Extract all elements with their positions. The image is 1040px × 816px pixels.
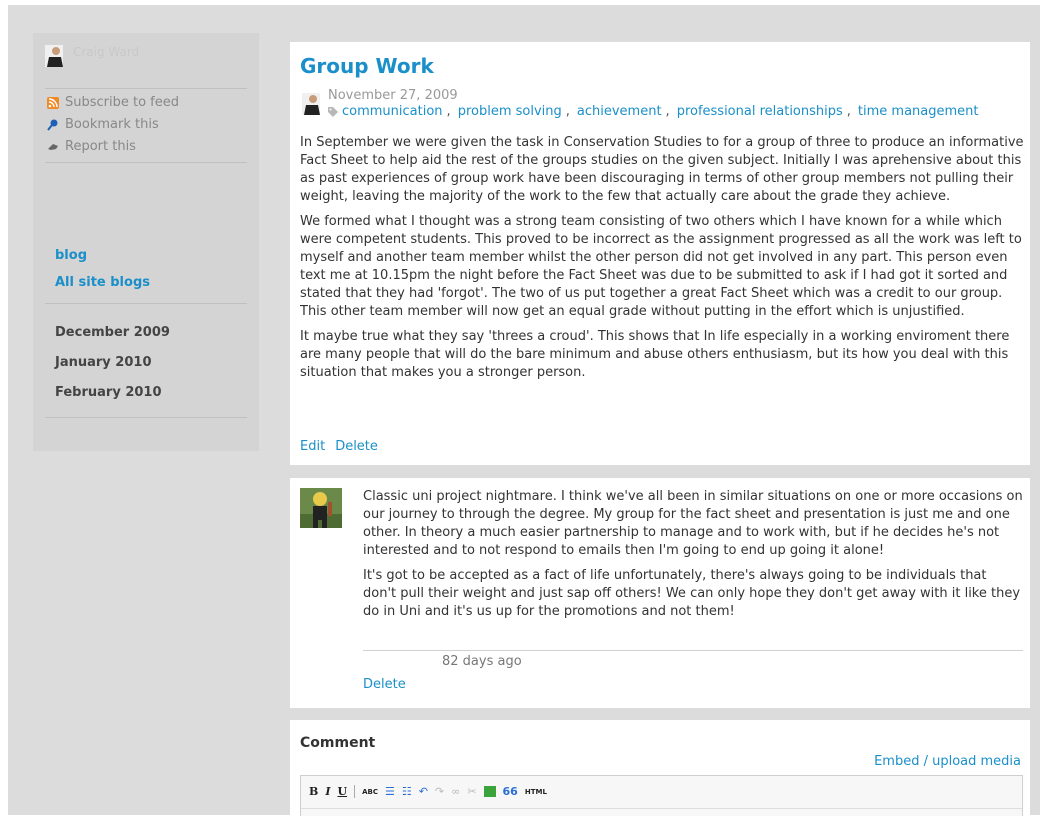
archive-january-2010[interactable]: January 2010 bbox=[55, 355, 151, 370]
commenter-avatar[interactable] bbox=[300, 488, 342, 528]
redo-icon[interactable]: ↷ bbox=[435, 785, 444, 798]
divider bbox=[45, 303, 247, 304]
tag-icon bbox=[328, 106, 338, 117]
tag-communication[interactable]: communication bbox=[342, 104, 443, 119]
subscribe-feed-link[interactable]: Subscribe to feed bbox=[47, 95, 179, 110]
spellcheck-button[interactable]: ABC bbox=[362, 788, 378, 796]
post-paragraph: In September we were given the task in C… bbox=[300, 135, 1024, 204]
comment: Classic uni project nightmare. I think w… bbox=[290, 478, 1030, 708]
bookmark-pin-icon bbox=[47, 119, 58, 131]
insert-image-icon[interactable] bbox=[483, 786, 496, 797]
comment-form: Comment Embed / upload media B I U ABC ☰… bbox=[290, 720, 1030, 816]
embed-upload-media-link[interactable]: Embed / upload media bbox=[874, 754, 1021, 769]
post-title[interactable]: Group Work bbox=[300, 54, 434, 78]
post-tags: communication, problem solving, achievem… bbox=[328, 104, 979, 119]
bookmark-link[interactable]: Bookmark this bbox=[47, 117, 159, 132]
delete-post-link[interactable]: Delete bbox=[335, 439, 378, 454]
sidebar-item-all-site-blogs[interactable]: All site blogs bbox=[55, 275, 150, 290]
subscribe-label: Subscribe to feed bbox=[65, 95, 180, 110]
sidebar-item-blog[interactable]: blog bbox=[55, 248, 87, 263]
bold-button[interactable]: B bbox=[309, 785, 318, 798]
toolbar-separator bbox=[354, 785, 356, 798]
report-hand-icon bbox=[48, 143, 58, 150]
link-icon[interactable]: ∞ bbox=[451, 785, 460, 798]
divider bbox=[363, 650, 1023, 651]
italic-button[interactable]: I bbox=[325, 785, 330, 798]
report-label: Report this bbox=[65, 139, 136, 154]
blockquote-button[interactable]: 66 bbox=[503, 785, 518, 798]
tag-professional-relationships[interactable]: professional relationships bbox=[677, 104, 843, 119]
post-actions: Edit Delete bbox=[300, 439, 378, 454]
editor-toolbar: B I U ABC ☰ ☷ ↶ ↷ ∞ ✂ 66 HTML bbox=[309, 785, 547, 798]
undo-icon[interactable]: ↶ bbox=[419, 785, 428, 798]
underline-button[interactable]: U bbox=[337, 785, 347, 798]
divider bbox=[45, 417, 247, 418]
comment-paragraph: It's got to be accepted as a fact of lif… bbox=[363, 568, 1021, 619]
comment-timestamp: 82 days ago bbox=[442, 654, 522, 669]
unlink-icon[interactable]: ✂ bbox=[467, 785, 476, 798]
rich-text-editor: B I U ABC ☰ ☷ ↶ ↷ ∞ ✂ 66 HTML bbox=[300, 775, 1023, 816]
divider bbox=[301, 808, 1022, 809]
report-link[interactable]: Report this bbox=[47, 139, 136, 154]
post-date: November 27, 2009 bbox=[328, 88, 458, 103]
sidebar: Craig Ward Subscribe to feed Bookmark th… bbox=[33, 33, 259, 451]
author-avatar[interactable] bbox=[302, 93, 320, 115]
numbered-list-icon[interactable]: ☷ bbox=[402, 785, 412, 798]
delete-comment-link[interactable]: Delete bbox=[363, 677, 406, 692]
post-paragraph: We formed what I thought was a strong te… bbox=[300, 214, 1022, 319]
archive-december-2009[interactable]: December 2009 bbox=[55, 325, 170, 340]
post-body: In September we were given the task in C… bbox=[300, 134, 1028, 389]
bookmark-label: Bookmark this bbox=[65, 117, 159, 132]
tag-time-management[interactable]: time management bbox=[858, 104, 979, 119]
divider bbox=[45, 162, 247, 163]
tag-achievement[interactable]: achievement bbox=[577, 104, 662, 119]
edit-post-link[interactable]: Edit bbox=[300, 439, 325, 454]
comment-paragraph: Classic uni project nightmare. I think w… bbox=[363, 489, 1023, 558]
divider bbox=[45, 88, 247, 89]
archive-february-2010[interactable]: February 2010 bbox=[55, 385, 162, 400]
tag-problem-solving[interactable]: problem solving bbox=[458, 104, 562, 119]
owner-avatar[interactable] bbox=[45, 45, 63, 67]
blog-post: Group Work November 27, 2009 communicati… bbox=[290, 42, 1030, 465]
rss-icon bbox=[47, 96, 59, 109]
post-paragraph: It maybe true what they say 'threes a cr… bbox=[300, 329, 1010, 380]
html-button[interactable]: HTML bbox=[525, 788, 547, 796]
owner-name[interactable]: Craig Ward bbox=[73, 45, 139, 59]
bullet-list-icon[interactable]: ☰ bbox=[385, 785, 395, 798]
comment-body: Classic uni project nightmare. I think w… bbox=[363, 488, 1023, 628]
comment-form-heading: Comment bbox=[300, 735, 376, 751]
